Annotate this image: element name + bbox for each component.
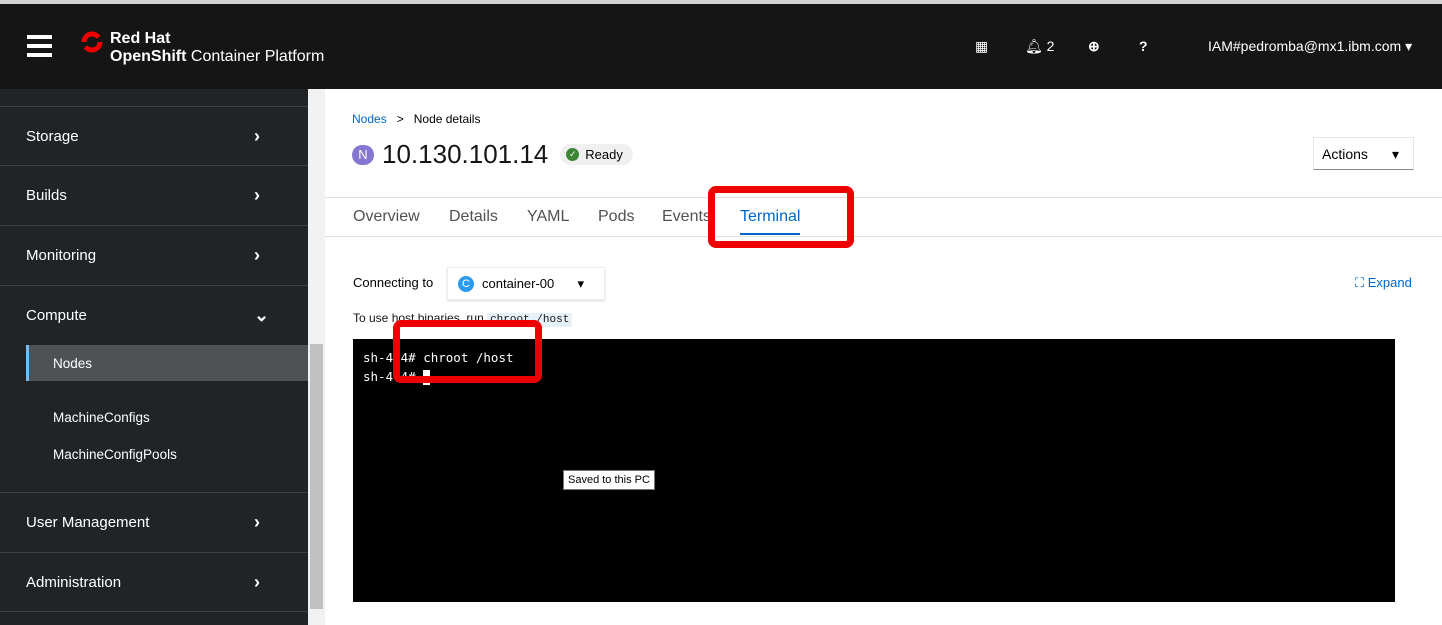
redhat-logo-icon — [81, 31, 103, 53]
sidebar-item-label: Administration — [26, 573, 122, 591]
bell-icon: 🔔︎ — [1025, 38, 1043, 54]
highlight-box-command — [393, 320, 542, 383]
sidebar-item-label: Builds — [26, 187, 67, 204]
tab-yaml[interactable]: YAML — [527, 208, 569, 226]
sidebar-item-administration[interactable]: Administration › — [0, 552, 308, 612]
terminal-scrollbar[interactable] — [1395, 339, 1412, 602]
sidebar-item-label: MachineConfigPools — [53, 446, 177, 462]
sidebar-item-label: Nodes — [53, 355, 93, 371]
user-name: IAM#pedromba@mx1.ibm.com — [1208, 38, 1402, 54]
connecting-label: Connecting to — [353, 275, 434, 290]
tab-details[interactable]: Details — [449, 208, 498, 226]
grid-icon[interactable]: ▦ — [975, 38, 988, 55]
tooltip: Saved to this PC — [563, 470, 655, 490]
user-menu[interactable]: IAM#pedromba@mx1.ibm.com ▾ — [1208, 38, 1412, 55]
chevron-down-icon: ⌄ — [254, 305, 270, 325]
container-name: container-00 — [482, 276, 555, 291]
breadcrumb: Nodes > Node details — [352, 112, 480, 126]
tab-events[interactable]: Events — [662, 208, 711, 226]
chevron-right-icon: › — [254, 512, 260, 532]
sidebar-item-machineconfigpools[interactable]: MachineConfigPools — [26, 436, 308, 472]
breadcrumb-nodes-link[interactable]: Nodes — [352, 112, 387, 126]
chevron-right-icon: › — [254, 126, 260, 146]
caret-down-icon: ▾ — [1391, 146, 1399, 162]
caret-down-icon: ▾ — [577, 275, 584, 291]
sidebar-item-label: User Management — [26, 514, 150, 531]
brand-name: Red Hat — [110, 30, 171, 47]
sidebar-item-label: Monitoring — [26, 247, 97, 264]
tab-bar: Overview Details YAML Pods Events Termin… — [325, 197, 1442, 237]
tab-pods[interactable]: Pods — [598, 208, 634, 226]
container-select[interactable]: Ccontainer-00 ▾ — [447, 267, 605, 300]
brand-product-suffix: Container Platform — [186, 48, 325, 65]
sidebar-item-monitoring[interactable]: Monitoring › — [0, 225, 308, 285]
caret-down-icon: ▾ — [1405, 38, 1413, 54]
status-badge: ✓ Ready — [560, 144, 633, 165]
breadcrumb-current: Node details — [413, 112, 481, 126]
masthead: Red Hat OpenShift Container Platform ▦ 🔔… — [0, 4, 1442, 89]
sidebar-item-label: MachineConfigs — [53, 409, 150, 425]
actions-dropdown[interactable]: Actions ▾ — [1313, 137, 1414, 170]
status-text: Ready — [585, 147, 623, 162]
sidebar-item-machineconfigs[interactable]: MachineConfigs — [26, 399, 308, 435]
page-title: N 10.130.101.14 ✓ Ready — [352, 139, 633, 170]
sidebar-scrollbar[interactable] — [308, 89, 325, 625]
scrollbar-thumb[interactable] — [310, 344, 323, 609]
notification-count: 2 — [1046, 38, 1055, 54]
menu-toggle-icon[interactable] — [27, 35, 52, 57]
sidebar-item-nodes[interactable]: Nodes — [26, 345, 308, 381]
expand-icon: ⛶ — [1355, 275, 1365, 290]
sidebar-item-storage[interactable]: Storage › — [0, 106, 308, 166]
sidebar-item-compute[interactable]: Compute ⌄ — [0, 285, 308, 345]
sidebar-item-label: Compute — [26, 307, 87, 324]
tab-overview[interactable]: Overview — [353, 208, 420, 226]
sidebar: Storage › Builds › Monitoring › Compute ⌄ No… — [0, 89, 308, 625]
node-name: 10.130.101.14 — [382, 139, 549, 169]
brand-product: OpenShift — [110, 48, 187, 65]
node-badge: N — [352, 144, 374, 165]
highlight-box-terminal-tab — [708, 186, 854, 248]
plus-circle-icon[interactable]: ⊕ — [1088, 38, 1100, 55]
sidebar-item-builds[interactable]: Builds › — [0, 165, 308, 225]
logo[interactable]: Red Hat OpenShift Container Platform — [80, 30, 324, 66]
notifications-button[interactable]: 🔔︎ 2 — [1025, 38, 1054, 55]
sidebar-item-label: Storage — [26, 128, 79, 145]
breadcrumb-separator: > — [396, 112, 404, 126]
expand-label: Expand — [1367, 275, 1412, 290]
container-badge: C — [458, 275, 474, 292]
chevron-right-icon: › — [254, 571, 260, 592]
main-content: Nodes > Node details N 10.130.101.14 ✓ Re… — [325, 89, 1442, 625]
expand-button[interactable]: ⛶ Expand — [1355, 275, 1412, 291]
check-circle-icon: ✓ — [566, 148, 580, 161]
chevron-right-icon: › — [254, 185, 260, 205]
actions-label: Actions — [1322, 146, 1368, 162]
sidebar-item-user-management[interactable]: User Management › — [0, 492, 308, 552]
chevron-right-icon: › — [254, 245, 260, 265]
help-icon[interactable]: ? — [1139, 38, 1148, 54]
